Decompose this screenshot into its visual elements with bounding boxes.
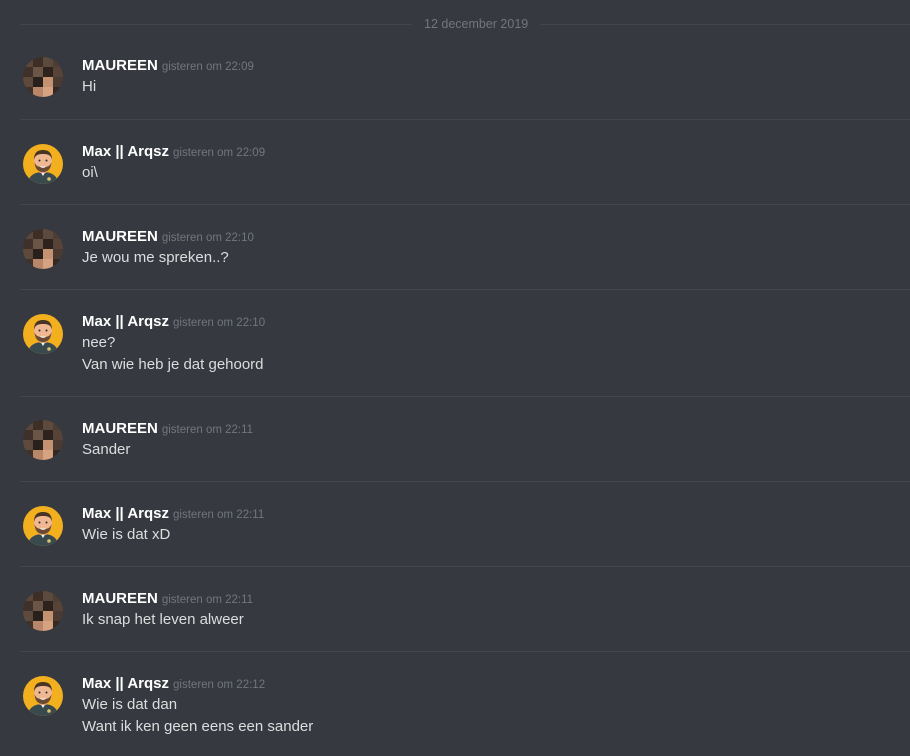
message-group: MAUREEN gisteren om 22:11 Ik snap het leve… (20, 566, 910, 652)
message-text: Je wou me spreken..? (82, 249, 229, 266)
username[interactable]: Max || Arqsz (82, 675, 169, 692)
message-content: MAUREEN gisteren om 22:09 Hi (82, 55, 254, 98)
timestamp: gisteren om 22:09 (161, 61, 254, 73)
message-text: Hi (82, 78, 97, 95)
message-content: Max || Arqsz gisteren om 22:09 oi\ (82, 141, 265, 184)
username[interactable]: MAUREEN (82, 420, 158, 437)
message-group: MAUREEN gisteren om 22:10 Je wou me spreke… (20, 204, 910, 290)
timestamp: gisteren om 22:11 (173, 509, 265, 521)
avatar[interactable] (23, 57, 63, 97)
timestamp: gisteren om 22:09 (173, 147, 266, 159)
timestamp: gisteren om 22:10 (161, 232, 254, 244)
message-content: MAUREEN gisteren om 22:11 Sander (82, 418, 253, 461)
message-header: MAUREEN gisteren om 22:11 (82, 588, 253, 609)
avatar[interactable] (23, 420, 63, 460)
message-group: Max || Arqsz gisteren om 22:11 Wie is dat … (20, 481, 910, 567)
message-content: MAUREEN gisteren om 22:11 Ik snap het leve… (82, 588, 253, 631)
message-text: nee? (82, 334, 116, 351)
message-header: Max || Arqsz gisteren om 22:12 (82, 673, 313, 694)
message-content: Max || Arqsz gisteren om 22:12 Wie is dat … (82, 673, 313, 738)
message-text: Sander (82, 441, 131, 458)
message-text: Want ik ken geen eens een sander (82, 718, 314, 735)
message-text: oi\ (82, 164, 98, 181)
message-content: Max || Arqsz gisteren om 22:11 Wie is dat … (82, 503, 264, 546)
username[interactable]: MAUREEN (82, 590, 158, 607)
avatar[interactable] (23, 229, 63, 269)
timestamp: gisteren om 22:10 (173, 317, 266, 329)
message-header: Max || Arqsz gisteren om 22:09 (82, 141, 265, 162)
timestamp: gisteren om 22:12 (173, 679, 266, 691)
username[interactable]: Max || Arqsz (82, 313, 169, 330)
username[interactable]: Max || Arqsz (82, 143, 169, 160)
avatar[interactable] (23, 314, 63, 354)
message-group: MAUREEN gisteren om 22:09 Hi (20, 34, 910, 119)
message-group: Max || Arqsz gisteren om 22:10 nee? Van wie… (20, 289, 910, 397)
message-text: Ik snap het leven alweer (82, 611, 244, 628)
message-header: MAUREEN gisteren om 22:11 (82, 418, 253, 439)
message-group: Max || Arqsz gisteren om 22:12 Wie is dat … (20, 651, 910, 756)
username[interactable]: Max || Arqsz (82, 505, 169, 522)
message-header: MAUREEN gisteren om 22:09 (82, 55, 254, 76)
message-content: Max || Arqsz gisteren om 22:10 nee? Van wie… (82, 311, 265, 376)
message-header: Max || Arqsz gisteren om 22:10 (82, 311, 265, 332)
message-group: MAUREEN gisteren om 22:11 Sander (20, 396, 910, 482)
message-content: MAUREEN gisteren om 22:10 Je wou me spreke… (82, 226, 254, 269)
timestamp: gisteren om 22:11 (161, 594, 254, 606)
message-text: Wie is dat dan (82, 696, 178, 713)
avatar[interactable] (23, 591, 63, 631)
message-text: Wie is dat xD (82, 526, 171, 543)
username[interactable]: MAUREEN (82, 228, 158, 245)
avatar[interactable] (23, 676, 63, 716)
message-group: Max || Arqsz gisteren om 22:09 oi\ (20, 119, 910, 205)
avatar[interactable] (23, 144, 63, 184)
username[interactable]: MAUREEN (82, 57, 158, 74)
date-divider-label: 12 december 2019 (412, 16, 541, 32)
message-header: Max || Arqsz gisteren om 22:11 (82, 503, 264, 524)
message-header: MAUREEN gisteren om 22:10 (82, 226, 254, 247)
timestamp: gisteren om 22:11 (161, 424, 254, 436)
avatar[interactable] (23, 506, 63, 546)
message-text: Van wie heb je dat gehoord (82, 356, 264, 373)
